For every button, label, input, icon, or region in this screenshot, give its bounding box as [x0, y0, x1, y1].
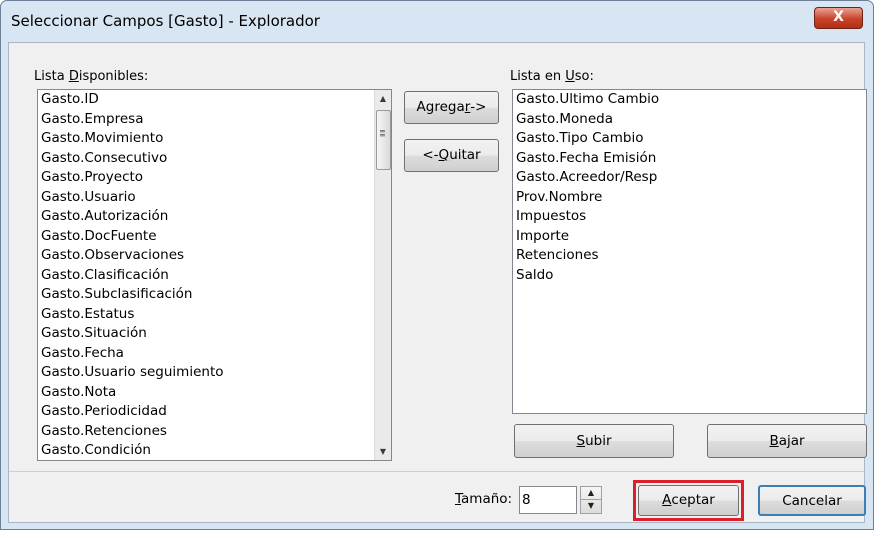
cancel-button[interactable]: Cancelar [758, 485, 866, 516]
scroll-up-arrow-icon[interactable]: ▲ [375, 90, 391, 107]
move-down-button[interactable]: Bajar [707, 424, 867, 458]
available-list-item[interactable]: Gasto.Periodicidad [38, 402, 391, 422]
remove-button[interactable]: <- Quitar [404, 139, 499, 172]
inuse-list-item[interactable]: Gasto.Ultimo Cambio [513, 90, 866, 110]
available-list-item[interactable]: Gasto.Empresa [38, 110, 391, 130]
available-list-scrollbar[interactable]: ▲ ═ ═ ▼ [374, 90, 391, 460]
available-list-label: Lista Disponibles: [34, 69, 149, 84]
scroll-thumb[interactable]: ═ ═ [376, 110, 391, 170]
inuse-list-item[interactable]: Gasto.Tipo Cambio [513, 129, 866, 149]
available-list-item[interactable]: Gasto.Subclasificación [38, 285, 391, 305]
inuse-list-item[interactable]: Gasto.Moneda [513, 110, 866, 130]
footer-separator [9, 471, 864, 472]
available-list-item[interactable]: Gasto.Usuario seguimiento [38, 363, 391, 383]
spin-down-arrow-icon[interactable]: ▼ [581, 500, 601, 513]
inuse-fields-list[interactable]: Gasto.Ultimo Cambio Gasto.Moneda Gasto.Tip… [512, 89, 867, 414]
available-list-item[interactable]: Gasto.Fecha [38, 344, 391, 364]
scroll-thumb-grip-icon: ═ ═ [380, 127, 385, 140]
close-icon: X [833, 9, 844, 25]
inuse-list-item[interactable]: Saldo [513, 266, 866, 286]
available-list-item[interactable]: Gasto.DocFuente [38, 227, 391, 247]
window-title: Seleccionar Campos [Gasto] - Explorador [11, 12, 320, 30]
spin-up-arrow-icon[interactable]: ▲ [581, 487, 601, 500]
available-list-item[interactable]: Gasto.Consecutivo [38, 149, 391, 169]
inuse-list-item[interactable]: Importe [513, 227, 866, 247]
move-up-button[interactable]: Subir [514, 424, 674, 458]
size-spinner[interactable]: ▲ ▼ [580, 486, 602, 514]
available-fields-list[interactable]: Gasto.ID Gasto.Empresa Gasto.Movimiento Gas… [37, 89, 392, 461]
inuse-list-item[interactable]: Gasto.Acreedor/Resp [513, 168, 866, 188]
available-list-item[interactable]: Gasto.Nota [38, 383, 391, 403]
accept-button[interactable]: Aceptar [638, 485, 739, 516]
inuse-list-item[interactable]: Prov.Nombre [513, 188, 866, 208]
available-list-item[interactable]: Gasto.ID [38, 90, 391, 110]
inuse-list-item[interactable]: Gasto.Fecha Emisión [513, 149, 866, 169]
size-label: Tamaño: [455, 491, 513, 507]
available-list-item[interactable]: Gasto.Usuario [38, 188, 391, 208]
available-list-item[interactable]: Gasto.Condición [38, 441, 391, 460]
title-bar: Seleccionar Campos [Gasto] - Explorador … [1, 1, 873, 31]
size-value: 8 [522, 492, 531, 508]
available-list-item[interactable]: Gasto.Observaciones [38, 246, 391, 266]
inuse-list-item[interactable]: Retenciones [513, 246, 866, 266]
available-list-item[interactable]: Gasto.Clasificación [38, 266, 391, 286]
available-items-container: Gasto.ID Gasto.Empresa Gasto.Movimiento Gas… [38, 90, 391, 460]
dialog-window: Seleccionar Campos [Gasto] - Explorador … [0, 0, 874, 530]
inuse-list-item[interactable]: Impuestos [513, 207, 866, 227]
available-list-item[interactable]: Gasto.Estatus [38, 305, 391, 325]
add-button[interactable]: Agregar -> [404, 91, 499, 124]
inuse-items-container: Gasto.Ultimo Cambio Gasto.Moneda Gasto.Tip… [513, 90, 866, 285]
available-list-item[interactable]: Gasto.Autorización [38, 207, 391, 227]
inuse-list-label: Lista en Uso: [510, 69, 594, 84]
available-list-item[interactable]: Gasto.Proyecto [38, 168, 391, 188]
dialog-client-area: Lista Disponibles: Gasto.ID Gasto.Empresa… [8, 42, 867, 523]
available-list-item[interactable]: Gasto.Retenciones [38, 422, 391, 442]
available-list-item[interactable]: Gasto.Situación [38, 324, 391, 344]
scroll-down-arrow-icon[interactable]: ▼ [375, 443, 391, 460]
size-input[interactable]: 8 [519, 486, 577, 514]
close-button[interactable]: X [814, 7, 863, 29]
available-list-item[interactable]: Gasto.Movimiento [38, 129, 391, 149]
